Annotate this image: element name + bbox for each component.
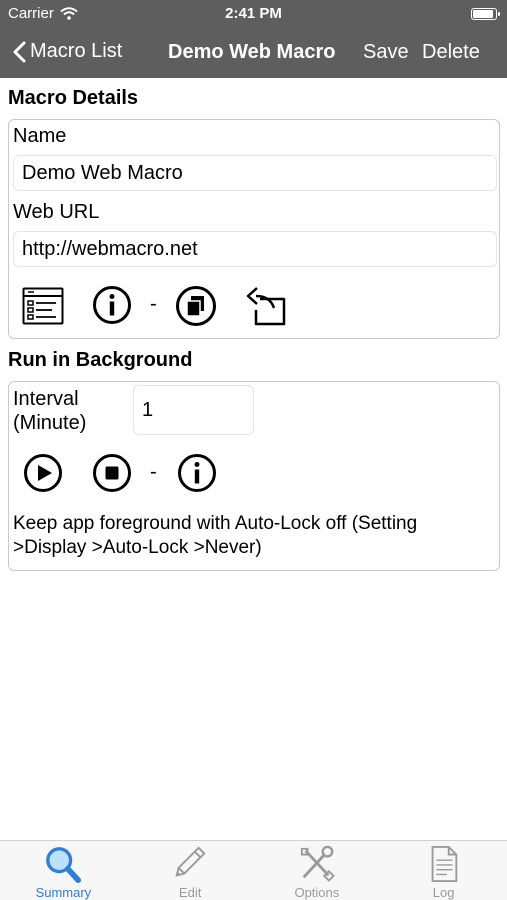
battery-icon xyxy=(471,8,500,20)
auto-lock-note-line1: Keep app foreground with Auto-Lock off (… xyxy=(13,513,418,534)
info-icon[interactable] xyxy=(92,285,132,325)
tab-bar: Summary Edit Options Log xyxy=(0,840,507,900)
pencil-icon xyxy=(175,846,206,877)
page-title: Demo Web Macro xyxy=(168,41,336,63)
interval-label-line2: (Minute) xyxy=(13,412,87,434)
tab-summary-label: Summary xyxy=(35,885,92,900)
tab-edit-label: Edit xyxy=(178,885,202,900)
info-icon-2[interactable] xyxy=(177,453,217,493)
macro-details-heading: Macro Details xyxy=(8,87,139,109)
status-bar: Carrier 2:41 PM xyxy=(0,0,507,28)
share-reply-icon[interactable] xyxy=(244,286,286,326)
tab-log[interactable]: Log xyxy=(380,841,507,900)
separator-dash-2: - xyxy=(150,461,157,483)
tab-summary[interactable]: Summary xyxy=(0,841,127,900)
run-in-background-heading: Run in Background xyxy=(8,349,193,371)
auto-lock-note-line2: >Display >Auto-Lock >Never) xyxy=(13,537,262,558)
battery-level xyxy=(473,10,493,18)
save-button[interactable]: Save xyxy=(363,41,409,64)
delete-button[interactable]: Delete xyxy=(422,41,480,64)
copy-icon[interactable] xyxy=(175,285,217,327)
background-card: Interval (Minute) 1 - Keep app foregroun… xyxy=(8,381,500,571)
document-icon xyxy=(431,845,457,883)
tab-options[interactable]: Options xyxy=(254,841,381,900)
tools-icon xyxy=(300,845,335,882)
web-url-field[interactable]: http://webmacro.net xyxy=(13,231,497,267)
browser-form-icon[interactable] xyxy=(22,287,64,325)
back-button[interactable]: Macro List xyxy=(12,40,122,63)
interval-label-line1: Interval xyxy=(13,388,79,410)
status-time: 2:41 PM xyxy=(225,5,282,22)
web-url-label: Web URL xyxy=(13,201,100,223)
play-icon[interactable] xyxy=(23,453,63,493)
chevron-left-icon xyxy=(13,41,26,62)
name-field[interactable]: Demo Web Macro xyxy=(13,155,497,191)
auto-lock-note: Keep app foreground with Auto-Lock off (… xyxy=(13,512,417,560)
magnifier-icon xyxy=(46,847,82,883)
interval-field[interactable]: 1 xyxy=(133,385,254,435)
back-label: Macro List xyxy=(30,40,123,62)
tab-options-label: Options xyxy=(294,885,340,900)
macro-details-card: Name Demo Web Macro Web URL http://webma… xyxy=(8,119,500,339)
tab-log-label: Log xyxy=(432,885,455,900)
stop-icon[interactable] xyxy=(92,453,132,493)
name-label: Name xyxy=(13,125,67,147)
tab-edit[interactable]: Edit xyxy=(127,841,254,900)
navigation-bar: Macro List Demo Web Macro Save Delete xyxy=(0,28,507,78)
interval-label: Interval (Minute) xyxy=(13,387,86,435)
separator-dash: - xyxy=(150,293,157,315)
